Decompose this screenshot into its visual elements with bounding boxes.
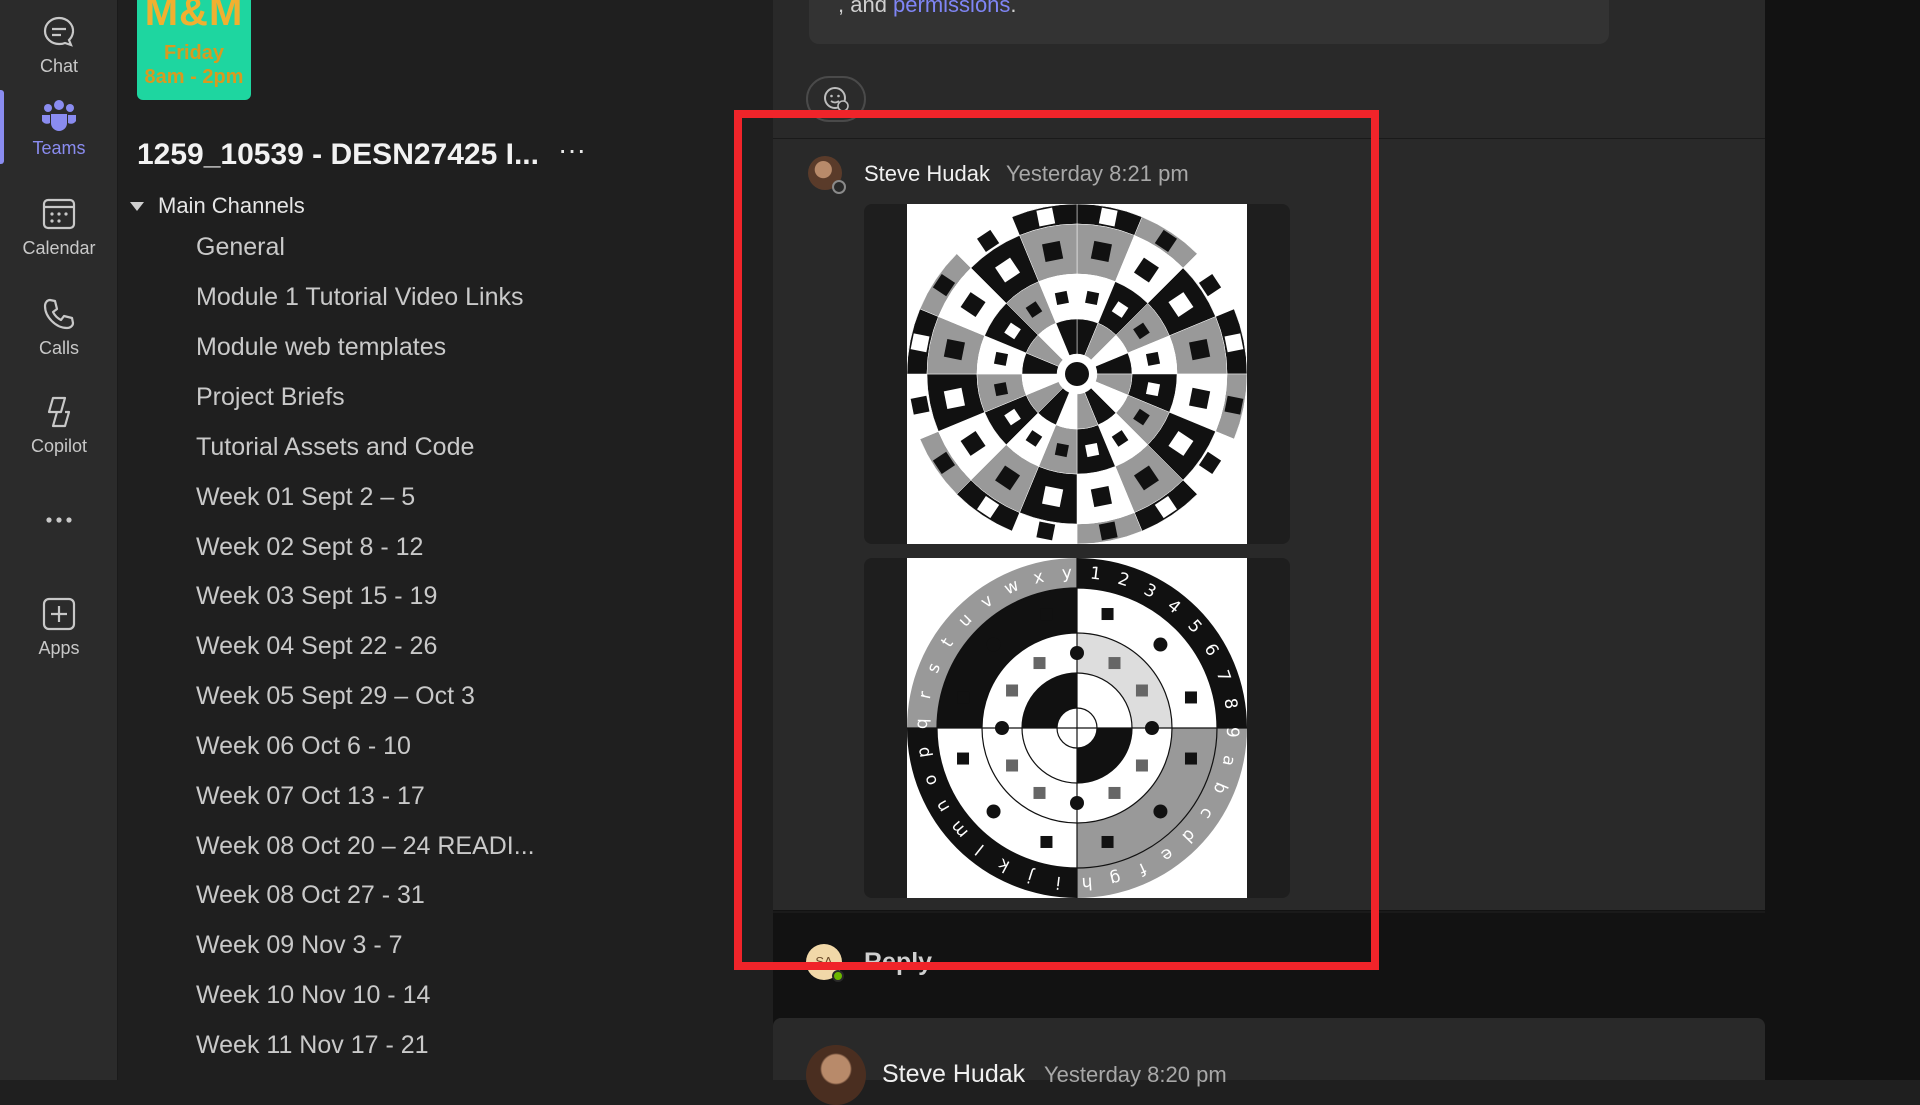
- channel-item[interactable]: Week 03 Sept 15 - 19: [196, 582, 437, 611]
- app-rail: Chat Teams Calendar Calls Copilot Apps: [0, 0, 118, 1080]
- rail-apps[interactable]: Apps: [0, 582, 118, 672]
- group-label: Main Channels: [158, 193, 305, 218]
- team-avatar-tile[interactable]: M&M Friday 8am - 2pm: [137, 0, 251, 100]
- rail-label: Chat: [39, 55, 79, 76]
- rail-chat[interactable]: Chat: [0, 0, 118, 90]
- channel-item[interactable]: Week 11 Nov 17 - 21: [196, 1031, 429, 1060]
- team-tile-title: M&M: [144, 0, 244, 34]
- team-more-options-button[interactable]: ···: [556, 136, 588, 172]
- prev-text-prefix: , and: [838, 0, 894, 17]
- chat-icon: [43, 16, 75, 47]
- teams-icon: [42, 99, 76, 131]
- channel-item[interactable]: Week 10 Nov 10 - 14: [196, 981, 430, 1010]
- channel-item[interactable]: Week 07 Oct 13 - 17: [196, 782, 425, 811]
- caret-down-icon: [130, 201, 144, 211]
- rail-copilot[interactable]: Copilot: [0, 380, 118, 470]
- rail-label: Calendar: [22, 237, 96, 258]
- rail-more[interactable]: [0, 478, 118, 568]
- channel-item[interactable]: Week 08 Oct 27 - 31: [196, 881, 425, 910]
- channel-item[interactable]: Week 05 Sept 29 – Oct 3: [196, 682, 475, 711]
- rail-label: Copilot: [30, 435, 88, 456]
- message-timestamp: Yesterday 8:20 pm: [1044, 1062, 1227, 1087]
- presence-available-icon: [832, 970, 844, 982]
- emoji-add-icon: [824, 87, 849, 112]
- rail-calls[interactable]: Calls: [0, 282, 118, 372]
- channel-item[interactable]: Week 04 Sept 22 - 26: [196, 632, 437, 661]
- rail-teams[interactable]: Teams: [0, 82, 118, 172]
- prev-text-suffix: .: [1010, 0, 1017, 17]
- rail-label: Calls: [38, 337, 79, 358]
- team-tile-line1: Friday: [163, 42, 225, 64]
- calendar-icon: [42, 198, 76, 229]
- channel-item[interactable]: Project Briefs: [196, 383, 345, 412]
- rail-calendar[interactable]: Calendar: [0, 182, 118, 272]
- rail-label: Apps: [38, 637, 80, 658]
- more-icon: [46, 517, 72, 523]
- author-name[interactable]: Steve Hudak: [882, 1060, 1025, 1089]
- channel-item[interactable]: Week 02 Sept 8 - 12: [196, 533, 423, 562]
- permissions-link[interactable]: permissions: [893, 0, 1010, 17]
- main-channels-group[interactable]: Main Channels: [130, 193, 305, 219]
- team-tile-line2: 8am - 2pm: [144, 66, 244, 88]
- highlight-annotation-box: [734, 110, 1379, 970]
- calls-icon: [43, 298, 75, 329]
- channel-item[interactable]: Module web templates: [196, 333, 446, 362]
- author-avatar[interactable]: [806, 1045, 866, 1105]
- channel-item[interactable]: Week 09 Nov 3 - 7: [196, 931, 403, 960]
- channel-item[interactable]: Week 01 Sept 2 – 5: [196, 483, 415, 512]
- channel-item[interactable]: Tutorial Assets and Code: [196, 433, 474, 462]
- rail-label: Teams: [32, 137, 86, 158]
- channel-item[interactable]: Week 08 Oct 20 – 24 READI...: [196, 832, 535, 861]
- apps-icon: [42, 597, 76, 630]
- copilot-icon: [47, 396, 71, 427]
- previous-message-text: , and permissions.: [838, 0, 1017, 18]
- channel-item[interactable]: General: [196, 233, 285, 262]
- channel-item[interactable]: Module 1 Tutorial Video Links: [196, 283, 524, 312]
- team-name[interactable]: 1259_10539 - DESN27425 I...: [137, 138, 539, 172]
- channel-item[interactable]: Week 06 Oct 6 - 10: [196, 732, 411, 761]
